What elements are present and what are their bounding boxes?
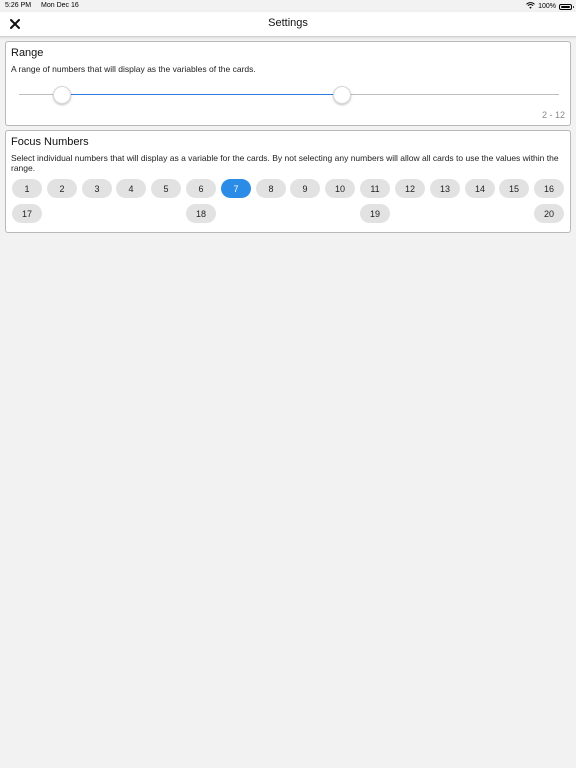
range-card: Range A range of numbers that will displ… [5,41,571,126]
number-chip-8[interactable]: 8 [256,179,286,198]
range-title: Range [11,47,44,59]
number-chip-11[interactable]: 11 [360,179,390,198]
number-chip-19[interactable]: 19 [360,204,390,223]
number-chip-6[interactable]: 6 [186,179,216,198]
number-chip-12[interactable]: 12 [395,179,425,198]
page-title: Settings [268,17,308,29]
status-time-date: 5:26 PM Mon Dec 16 [5,2,87,9]
slider-max-handle[interactable] [333,86,351,104]
status-indicators: 100% [526,2,574,11]
battery-percent: 100% [538,3,556,10]
range-value-label: 2 - 12 [541,110,565,120]
number-chip-15[interactable]: 15 [499,179,529,198]
number-chip-3[interactable]: 3 [82,179,112,198]
range-slider[interactable] [19,85,559,105]
number-chip-9[interactable]: 9 [290,179,320,198]
wifi-icon [526,2,535,11]
number-chip-10[interactable]: 10 [325,179,355,198]
number-chip-2[interactable]: 2 [47,179,77,198]
range-description: A range of numbers that will display as … [11,64,256,74]
number-chip-18[interactable]: 18 [186,204,216,223]
number-chip-4[interactable]: 4 [116,179,146,198]
focus-title: Focus Numbers [11,136,89,148]
status-date: Mon Dec 16 [41,2,79,9]
number-chip-13[interactable]: 13 [430,179,460,198]
status-time: 5:26 PM [5,2,32,9]
number-chip-17[interactable]: 17 [12,204,42,223]
battery-icon [559,3,574,10]
number-chip-1[interactable]: 1 [12,179,42,198]
number-chip-20[interactable]: 20 [534,204,564,223]
number-chip-5[interactable]: 5 [151,179,181,198]
status-bar: 5:26 PM Mon Dec 16 100% [0,0,576,12]
focus-numbers-card: Focus Numbers Select individual numbers … [5,130,571,233]
slider-fill [62,94,342,95]
number-chip-16[interactable]: 16 [534,179,564,198]
focus-number-grid: 1 2 3 4 5 6 7 8 9 10 11 12 13 14 15 16 1… [12,179,566,229]
slider-min-handle[interactable] [53,86,71,104]
nav-bar: Settings [0,12,576,37]
focus-description: Select individual numbers that will disp… [11,153,559,173]
number-chip-14[interactable]: 14 [465,179,495,198]
number-chip-7[interactable]: 7 [221,179,251,198]
